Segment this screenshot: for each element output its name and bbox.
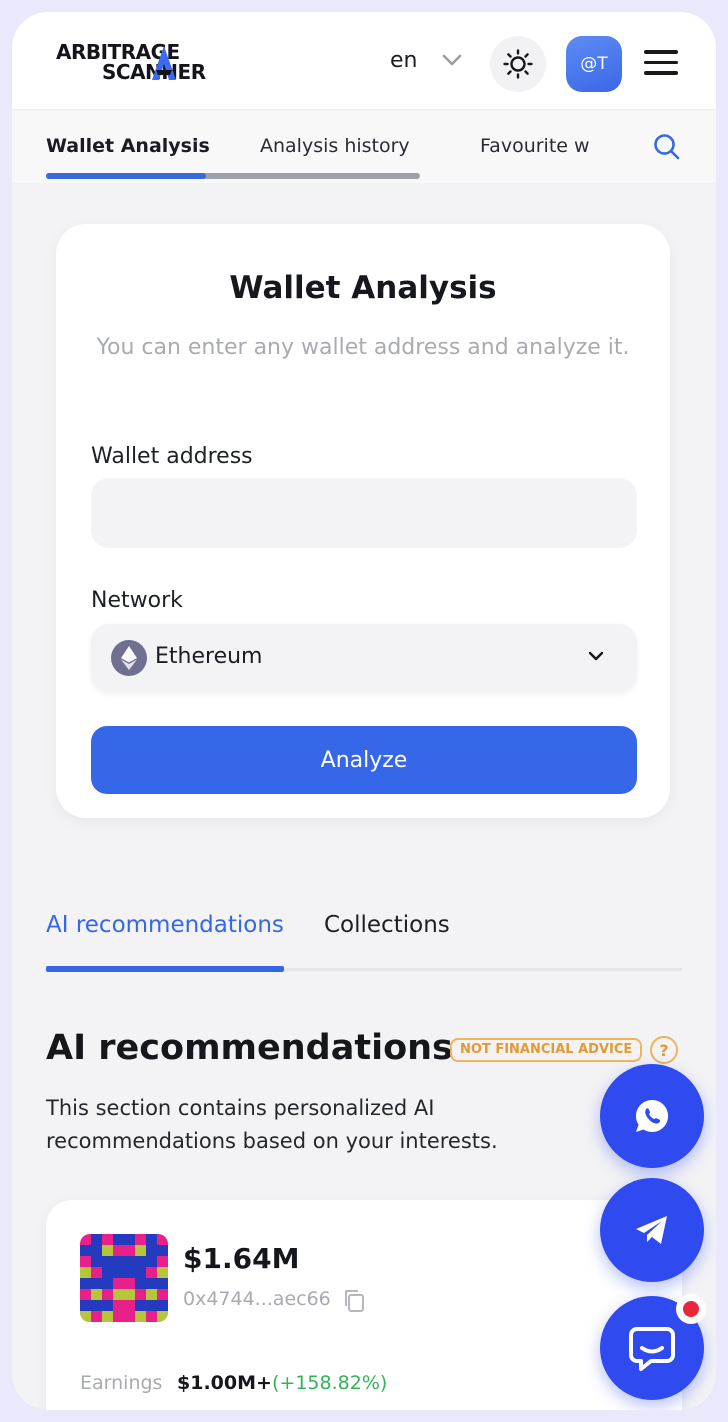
- ethereum-icon: [111, 640, 147, 676]
- ai-recommendations-heading: AI recommendations: [46, 1028, 453, 1068]
- earnings-change: (+158.82%): [272, 1372, 388, 1394]
- menu-icon[interactable]: [644, 50, 678, 76]
- whatsapp-button[interactable]: [600, 1064, 704, 1168]
- logo-mark-icon: [152, 46, 176, 80]
- logo[interactable]: ARBITRAGE SCANNER: [56, 40, 252, 84]
- avatar[interactable]: @T: [566, 36, 622, 92]
- theme-toggle-button[interactable]: [490, 36, 546, 92]
- copy-icon[interactable]: [342, 1288, 368, 1314]
- network-value: Ethereum: [155, 644, 263, 669]
- chat-icon: [629, 1327, 675, 1371]
- ai-recommendations-description: This section contains personalized AI re…: [46, 1096, 498, 1153]
- card-subtitle: You can enter any wallet address and ana…: [96, 335, 630, 360]
- app-screen: ARBITRAGE SCANNER en @T Wallet Analysis …: [12, 12, 716, 1410]
- recommendation-card[interactable]: $1.64M 0x4744...aec66 Earnings $1.00M+ (…: [46, 1200, 682, 1410]
- recommendation-address: 0x4744...aec66: [183, 1288, 331, 1310]
- telegram-button[interactable]: [600, 1178, 704, 1282]
- active-section-indicator: [46, 966, 284, 972]
- network-label: Network: [91, 588, 183, 613]
- search-icon[interactable]: [652, 132, 682, 162]
- chevron-down-icon: [588, 651, 604, 661]
- earnings-label: Earnings: [80, 1372, 163, 1394]
- tab-analysis-history[interactable]: Analysis history: [260, 135, 410, 157]
- tab-wallet-analysis[interactable]: Wallet Analysis: [46, 135, 210, 157]
- help-icon[interactable]: ?: [650, 1036, 678, 1064]
- network-select[interactable]: Ethereum: [91, 624, 637, 692]
- wallet-address-input[interactable]: [91, 478, 637, 548]
- active-tab-indicator: [46, 173, 206, 179]
- tab-favourite-wallets[interactable]: Favourite w: [480, 135, 598, 157]
- telegram-icon: [636, 1216, 667, 1244]
- analysis-tabs: Wallet Analysis Analysis history Favouri…: [12, 111, 716, 183]
- sun-icon: [503, 49, 533, 79]
- chevron-down-icon[interactable]: [442, 54, 462, 66]
- earnings-value: $1.00M+: [177, 1372, 272, 1394]
- recommendation-value: $1.64M: [183, 1242, 300, 1275]
- wallet-address-label: Wallet address: [91, 444, 253, 469]
- top-header: ARBITRAGE SCANNER en @T: [12, 12, 716, 110]
- card-title: Wallet Analysis: [229, 270, 497, 306]
- nft-thumbnail: [80, 1234, 168, 1322]
- not-financial-advice-badge: NOT FINANCIAL ADVICE: [450, 1038, 643, 1062]
- tab-collections[interactable]: Collections: [324, 912, 450, 938]
- notification-badge: [676, 1294, 706, 1324]
- whatsapp-icon: [635, 1099, 669, 1132]
- analyze-button[interactable]: Analyze: [91, 726, 637, 794]
- language-selector[interactable]: en: [390, 48, 417, 73]
- tab-ai-recommendations[interactable]: AI recommendations: [46, 912, 284, 938]
- wallet-analysis-card: Wallet Analysis You can enter any wallet…: [56, 224, 670, 818]
